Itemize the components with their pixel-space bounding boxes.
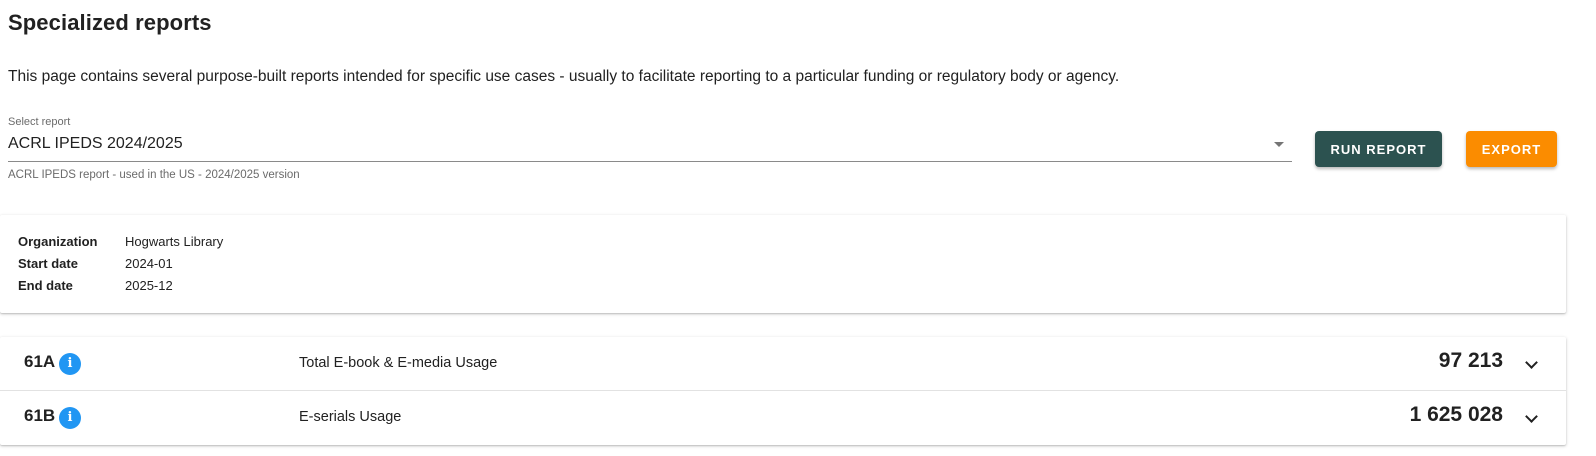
metric-row-61b[interactable]: 61B i E-serials Usage 1 625 028	[0, 391, 1566, 444]
page-title: Specialized reports	[8, 10, 212, 35]
report-select-value: ACRL IPEDS 2024/2025	[8, 135, 183, 152]
metric-code: 61B	[24, 406, 56, 425]
metric-row-61a[interactable]: 61A i Total E-book & E-media Usage 97 21…	[0, 337, 1566, 391]
specialized-reports-page: Specialized reports This page contains s…	[0, 0, 1596, 456]
chevron-down-icon[interactable]	[1525, 356, 1538, 369]
chevron-down-icon[interactable]	[1525, 410, 1538, 423]
report-summary-card: Organization Hogwarts Library Start date 2…	[0, 215, 1566, 313]
summary-key: End date	[18, 278, 73, 293]
metrics-table: 61A i Total E-book & E-media Usage 97 21…	[0, 337, 1566, 445]
summary-key: Organization	[18, 234, 98, 249]
page-description: This page contains several purpose-built…	[8, 68, 1120, 85]
select-underline	[8, 161, 1292, 162]
metric-label: Total E-book & E-media Usage	[299, 355, 498, 371]
dropdown-arrow-icon[interactable]	[1274, 142, 1284, 147]
info-icon[interactable]: i	[59, 407, 81, 429]
metric-label: E-serials Usage	[299, 409, 402, 425]
summary-key: Start date	[18, 256, 78, 271]
summary-value: Hogwarts Library	[125, 234, 224, 249]
summary-row-start-date: Start date 2024-01	[18, 256, 173, 271]
run-report-button[interactable]: RUN REPORT	[1315, 131, 1442, 167]
metric-value: 97 213	[1438, 349, 1503, 372]
report-select-hint: ACRL IPEDS report - used in the US - 202…	[8, 169, 300, 181]
summary-row-end-date: End date 2025-12	[18, 278, 173, 293]
export-button[interactable]: EXPORT	[1466, 131, 1557, 167]
info-icon[interactable]: i	[59, 353, 81, 375]
metric-code: 61A	[24, 352, 56, 371]
summary-value: 2025-12	[125, 278, 173, 293]
report-select[interactable]: Select report ACRL IPEDS 2024/2025	[8, 114, 1292, 162]
summary-value: 2024-01	[125, 256, 173, 271]
summary-row-organization: Organization Hogwarts Library	[18, 234, 223, 249]
report-select-label: Select report	[8, 116, 71, 128]
metric-value: 1 625 028	[1409, 403, 1503, 426]
